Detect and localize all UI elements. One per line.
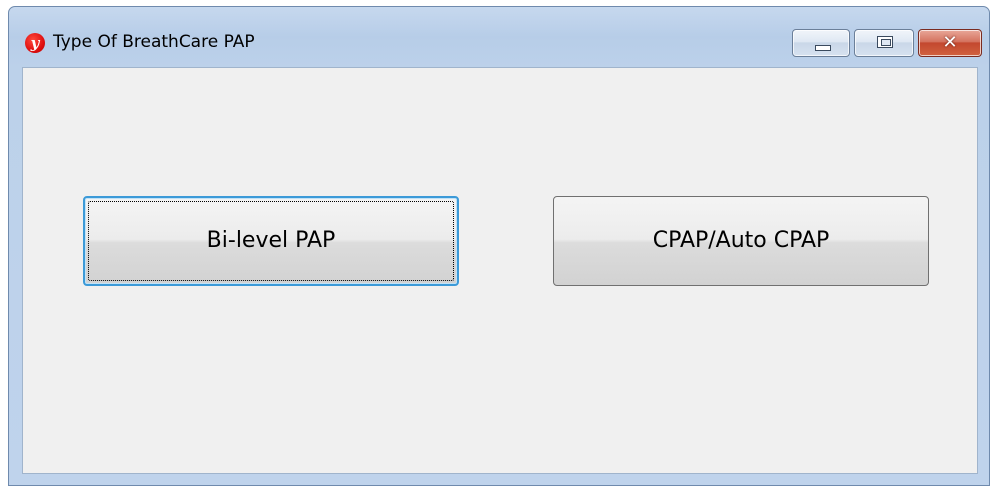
app-logo-icon[interactable]: y <box>25 33 45 53</box>
close-icon: ✕ <box>942 32 958 53</box>
bilevel-pap-button[interactable]: Bi-level PAP <box>83 196 459 286</box>
app-window: y Type Of BreathCare PAP ✕ Bi-level PAP … <box>8 6 990 486</box>
dialog-client-area: Bi-level PAP CPAP/Auto CPAP <box>22 67 978 474</box>
cpap-auto-cpap-button[interactable]: CPAP/Auto CPAP <box>553 196 929 286</box>
close-button[interactable]: ✕ <box>918 29 982 57</box>
maximize-button[interactable] <box>854 29 914 57</box>
title-bar[interactable]: y Type Of BreathCare PAP ✕ <box>9 7 989 67</box>
minimize-button[interactable] <box>792 29 850 57</box>
minimize-icon <box>815 45 831 51</box>
maximize-icon <box>877 36 893 48</box>
window-title: Type Of BreathCare PAP <box>53 32 255 52</box>
